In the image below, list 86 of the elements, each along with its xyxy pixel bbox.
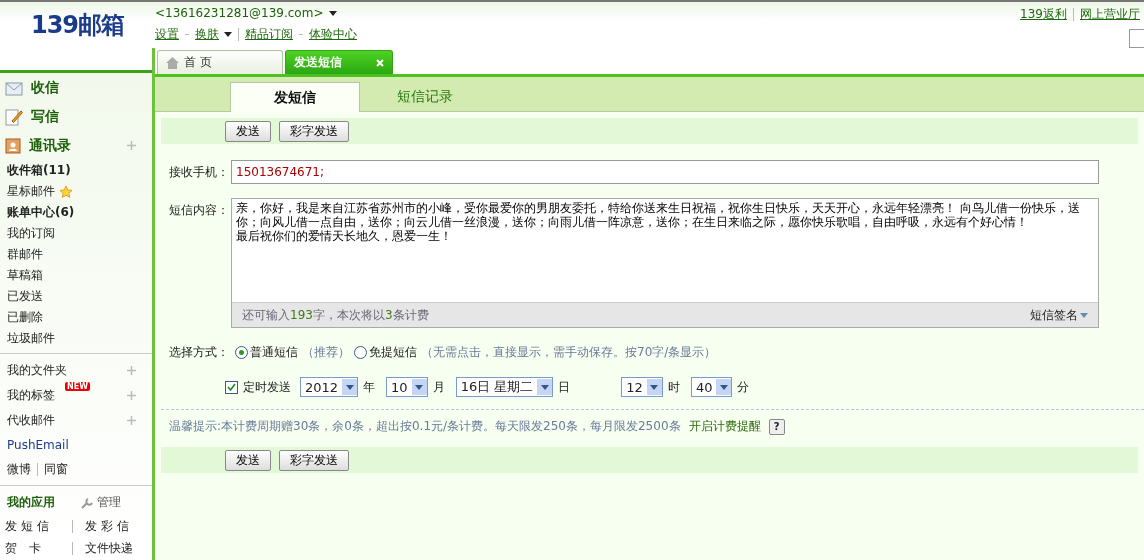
folder-item[interactable]: 已删除: [0, 307, 152, 328]
close-icon[interactable]: [376, 58, 384, 67]
date-select[interactable]: 2012: [300, 377, 359, 397]
field-label: 接收手机：: [169, 164, 230, 181]
unit-label: 分: [737, 378, 750, 396]
nav-item[interactable]: 收信: [0, 73, 152, 102]
unit-label: 月: [432, 378, 445, 396]
caret-icon: [540, 384, 549, 390]
pencil-note-icon: [5, 107, 23, 126]
help-icon[interactable]: ?: [768, 418, 785, 435]
date-select[interactable]: 16日 星期二: [455, 377, 554, 397]
push-email-link[interactable]: PushEmail: [0, 433, 152, 457]
wrench-icon: [81, 496, 93, 509]
app-link[interactable]: 发 彩 信: [84, 517, 152, 535]
folder-item[interactable]: 我的订阅: [0, 223, 152, 244]
folder-group[interactable]: 代收邮件: [0, 408, 152, 433]
nav-item[interactable]: 写信: [0, 102, 152, 131]
field-label: 选择方式：: [169, 344, 230, 361]
caret-icon: [1080, 312, 1088, 318]
dropdown-caret-icon: [329, 10, 338, 16]
caret-icon: [345, 384, 354, 390]
folder-item[interactable]: 收件箱(11): [0, 160, 152, 181]
message-field[interactable]: 亲，你好，我是来自江苏省苏州市的小峰，受你最爱你的男朋友委托，特给你送来生日祝福，祝你生日快乐，天天开心，永远年轻漂亮！ 向鸟儿借一份快乐，送你；向风儿借一点自由，送你；向云儿借一丝浪漫，送你；向雨儿借一阵凉意，送你；在生日来临之际，愿你快乐歌唱，自由呼吸，永远有个好心情！ 最后祝你们的爱情天长地久，恩爱一生！: [232, 199, 1098, 303]
social-link[interactable]: 微博: [7, 460, 31, 478]
unit-label: 时: [667, 378, 680, 396]
header-link[interactable]: 体验中心: [309, 26, 357, 43]
app-link[interactable]: 文件快递: [84, 539, 152, 557]
folder-group[interactable]: 我的标签 NEW: [0, 383, 152, 408]
header-link[interactable]: 换肤: [195, 26, 232, 43]
mode-note: （无需点击，直接显示，需手动保存。按70字/条显示）: [421, 344, 717, 361]
star-icon: [59, 184, 73, 199]
folder-item[interactable]: 星标邮件: [0, 181, 152, 202]
folder-item[interactable]: 账单中心(6): [0, 202, 152, 223]
plus-icon[interactable]: [127, 416, 136, 425]
top-link[interactable]: 139返利: [1020, 6, 1067, 23]
tip-text: 温馨提示:本计费周期赠30条，余0条，超出按0.1元/条计费。每天限发250条，每月限发2500条: [169, 418, 681, 435]
sub-tab[interactable]: 发短信: [230, 82, 360, 112]
folder-item[interactable]: 垃圾邮件: [0, 328, 152, 349]
logo: 139邮箱: [29, 10, 126, 41]
send-button[interactable]: 发送: [225, 120, 271, 142]
app-link[interactable]: 贺 卡: [5, 539, 72, 557]
send-button[interactable]: 彩字发送: [279, 449, 349, 471]
window-tab[interactable]: 首 页: [157, 50, 283, 74]
account-email: <13616231281@139.com>: [155, 6, 324, 20]
date-select[interactable]: 10: [386, 377, 428, 397]
home-icon: [166, 56, 179, 69]
sub-tab[interactable]: 短信记录: [360, 82, 490, 112]
envelope-icon: [5, 79, 23, 96]
caret-icon: [719, 384, 728, 390]
manage-link[interactable]: 管理: [81, 494, 121, 511]
schedule-label: 定时发送: [243, 378, 291, 396]
field-label: 短信内容：: [169, 202, 230, 219]
unit-label: 年: [363, 378, 376, 396]
header-link[interactable]: 精品订阅: [245, 26, 293, 43]
new-badge: NEW: [65, 382, 90, 391]
apps-title: 我的应用: [7, 494, 55, 511]
caret-icon: [415, 384, 424, 390]
signature-dropdown[interactable]: 短信签名: [1030, 306, 1088, 324]
header-link[interactable]: 设置: [155, 26, 179, 43]
folder-item[interactable]: 已发送: [0, 286, 152, 307]
unit-label: 日: [558, 378, 571, 396]
recipient-field[interactable]: 15013674671;: [231, 160, 1099, 184]
search-field[interactable]: [1129, 29, 1144, 48]
folder-item[interactable]: 群邮件: [0, 244, 152, 265]
send-button[interactable]: 发送: [225, 449, 271, 471]
mode-radio[interactable]: 免提短信: [354, 340, 417, 361]
caret-icon: [650, 384, 659, 390]
date-select[interactable]: 40: [690, 377, 733, 397]
folder-item[interactable]: 草稿箱: [0, 265, 152, 286]
folder-group[interactable]: 我的文件夹: [0, 358, 152, 383]
send-button[interactable]: 彩字发送: [279, 120, 349, 142]
contact-card-icon: [5, 137, 21, 154]
billing-reminder-link[interactable]: 开启计费提醒: [688, 418, 761, 435]
date-select[interactable]: 12: [621, 377, 663, 397]
char-counter: 还可输入193字，本次将以3条计费: [242, 306, 429, 324]
social-link[interactable]: 同窗: [44, 460, 68, 478]
nav-item[interactable]: 通讯录: [0, 131, 152, 160]
dropdown-caret-icon: [224, 32, 232, 37]
plus-icon[interactable]: [127, 366, 136, 375]
plus-icon[interactable]: [127, 391, 136, 400]
top-link[interactable]: 网上营业厅: [1080, 6, 1140, 23]
mode-note: （推荐）: [302, 344, 350, 361]
plus-icon[interactable]: [127, 141, 136, 150]
mode-radio[interactable]: 普通短信: [235, 340, 298, 361]
schedule-checkbox[interactable]: [225, 380, 238, 394]
app-link[interactable]: 发 短 信: [5, 517, 72, 535]
